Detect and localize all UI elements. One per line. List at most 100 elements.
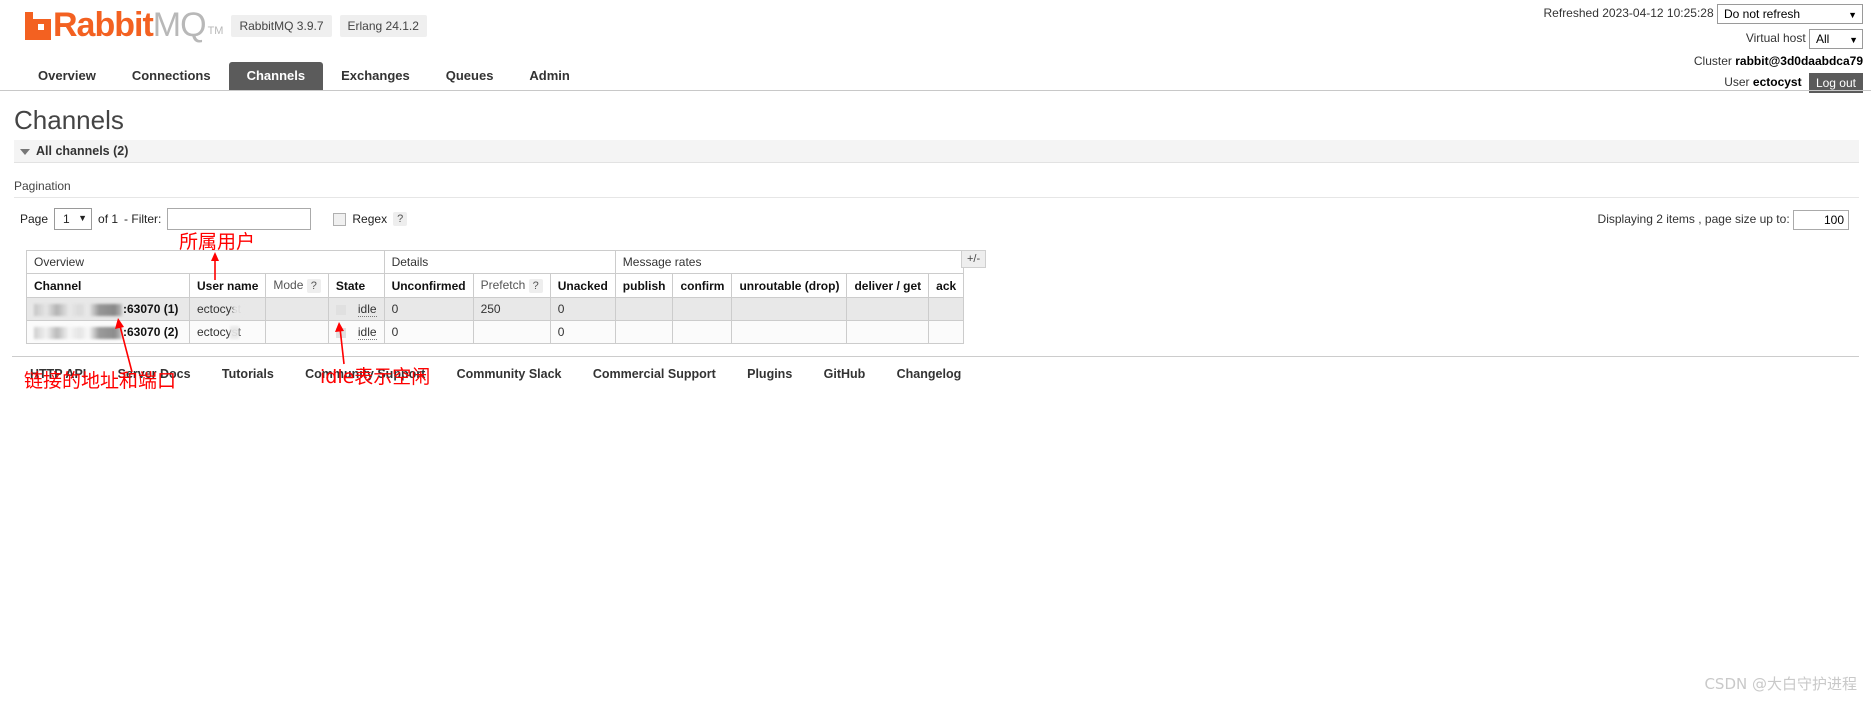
state-indicator-icon [335, 304, 346, 315]
footer-link-server-docs[interactable]: Server Docs [118, 367, 191, 381]
virtual-host-select[interactable]: All ▼ [1809, 29, 1863, 49]
user-name-redacted [233, 303, 244, 316]
footer-link-tutorials[interactable]: Tutorials [222, 367, 274, 381]
nav-item-overview[interactable]: Overview [20, 62, 114, 90]
group-header-message-rates: Message rates [614, 250, 965, 274]
cell-user-name: ectocyst [188, 297, 267, 321]
footer-link-commercial-support[interactable]: Commercial Support [593, 367, 716, 381]
page-number-select[interactable]: 1 ▼ [54, 208, 93, 230]
nav-item-queues[interactable]: Queues [428, 62, 512, 90]
regex-help-icon[interactable]: ? [393, 212, 408, 226]
pagination-section-label: Pagination [14, 179, 1859, 198]
nav-list: Overview Connections Channels Exchanges … [20, 62, 1871, 90]
regex-label: Regex [352, 212, 388, 226]
cell-mode [265, 297, 329, 321]
column-header-confirm[interactable]: confirm [672, 273, 733, 298]
app-header: Rabbit MQ TM RabbitMQ 3.9.7 Erlang 24.1.… [0, 0, 1871, 93]
channel-port-label: :63070 (1) [123, 302, 179, 316]
footer-link-changelog[interactable]: Changelog [897, 367, 962, 381]
cell-publish [614, 297, 674, 321]
collapse-triangle-icon[interactable] [20, 148, 30, 155]
rabbitmq-logo[interactable]: Rabbit MQ TM RabbitMQ 3.9.7 Erlang 24.1.… [25, 6, 427, 44]
cell-channel[interactable]: :63070 (1) [26, 297, 190, 321]
channels-table-container: Overview Details Message rates Channel U… [26, 250, 1859, 344]
column-header-state[interactable]: State [327, 273, 385, 298]
toggle-columns-button[interactable]: +/- [961, 250, 987, 268]
cell-state: idle [327, 297, 385, 321]
column-header-prefetch[interactable]: Prefetch ? [472, 273, 551, 298]
chevron-down-icon: ▼ [1848, 10, 1857, 20]
rabbitmq-version-badge: RabbitMQ 3.9.7 [231, 15, 332, 37]
nav-item-channels[interactable]: Channels [228, 62, 324, 90]
page-number-value: 1 [63, 212, 70, 226]
virtual-host-label: Virtual host [1745, 31, 1806, 46]
cell-prefetch: 250 [472, 297, 551, 321]
cell-prefetch [472, 320, 551, 344]
group-header-details: Details [383, 250, 616, 274]
column-header-deliver-get[interactable]: deliver / get [846, 273, 930, 298]
channel-port-label: :63070 (2) [123, 325, 179, 339]
user-name-redacted [230, 326, 239, 339]
all-channels-label: All channels (2) [36, 144, 129, 158]
cell-unconfirmed: 0 [383, 320, 474, 344]
footer-link-http-api[interactable]: HTTP API [30, 367, 86, 381]
nav-item-exchanges[interactable]: Exchanges [323, 62, 428, 90]
chevron-down-icon: ▼ [1849, 35, 1858, 45]
state-value: idle [357, 302, 377, 317]
channels-table: Overview Details Message rates Channel U… [26, 250, 965, 344]
page-total-label: of 1 [98, 212, 119, 226]
column-header-ack[interactable]: ack [928, 273, 965, 298]
refresh-interval-value: Do not refresh [1724, 7, 1801, 21]
regex-checkbox[interactable] [333, 212, 347, 226]
refresh-interval-select[interactable]: Do not refresh ▼ [1717, 4, 1863, 24]
table-row[interactable]: :63070 (1) ectocyst idle 0 250 0 [26, 297, 965, 321]
column-header-mode[interactable]: Mode ? [265, 273, 329, 298]
page-size-input[interactable] [1793, 210, 1849, 230]
cell-unacked: 0 [549, 297, 616, 321]
footer-link-community-slack[interactable]: Community Slack [457, 367, 562, 381]
cell-publish [614, 320, 674, 344]
prefetch-help-icon[interactable]: ? [528, 279, 543, 293]
refreshed-label: Refreshed 2023-04-12 10:25:28 [1543, 6, 1714, 21]
pagination-right-group: Displaying 2 items , page size up to: [1598, 210, 1849, 230]
erlang-version-badge: Erlang 24.1.2 [339, 15, 427, 37]
all-channels-section-header[interactable]: All channels (2) [14, 140, 1859, 163]
footer-link-community-support[interactable]: Community Support [305, 367, 425, 381]
footer-link-github[interactable]: GitHub [824, 367, 866, 381]
state-value: idle [357, 325, 377, 340]
group-header-overview: Overview [26, 250, 385, 274]
logo-text-rabbit: Rabbit [53, 6, 154, 44]
column-header-mode-label: Mode [273, 278, 304, 292]
footer-link-plugins[interactable]: Plugins [747, 367, 792, 381]
cell-unconfirmed: 0 [383, 297, 474, 321]
state-indicator-icon [335, 327, 346, 338]
footer-links: HTTP API Server Docs Tutorials Community… [12, 356, 1859, 381]
cell-user-name: ectocyst [188, 320, 267, 344]
column-header-publish[interactable]: publish [614, 273, 674, 298]
table-group-header-row: Overview Details Message rates [26, 250, 965, 274]
main-content: Channels All channels (2) Pagination Pag… [0, 105, 1871, 381]
column-header-unacked[interactable]: Unacked [549, 273, 616, 298]
channel-address-redacted [34, 326, 122, 339]
page-title: Channels [14, 105, 124, 135]
cell-confirm [672, 297, 733, 321]
column-header-unconfirmed[interactable]: Unconfirmed [383, 273, 474, 298]
cell-deliver-get [846, 320, 930, 344]
table-row[interactable]: :63070 (2) ectocyst idle 0 0 [26, 320, 965, 344]
csdn-watermark: CSDN @大白守护进程 [1704, 675, 1857, 693]
cell-unroutable [731, 320, 848, 344]
table-column-header-row: Channel User name Mode ? State Unconfirm… [26, 273, 965, 298]
column-header-user-name[interactable]: User name [188, 273, 267, 298]
cell-ack [928, 320, 965, 344]
logo-text-mq: MQ [152, 6, 207, 44]
column-header-channel[interactable]: Channel [26, 273, 190, 298]
cell-channel[interactable]: :63070 (2) [26, 320, 190, 344]
nav-item-admin[interactable]: Admin [511, 62, 587, 90]
cell-deliver-get [846, 297, 930, 321]
rabbitmq-logo-icon [25, 10, 51, 40]
filter-input[interactable] [167, 208, 312, 230]
mode-help-icon[interactable]: ? [306, 279, 321, 293]
cell-mode [265, 320, 329, 344]
nav-item-connections[interactable]: Connections [114, 62, 229, 90]
column-header-unroutable-drop[interactable]: unroutable (drop) [731, 273, 848, 298]
